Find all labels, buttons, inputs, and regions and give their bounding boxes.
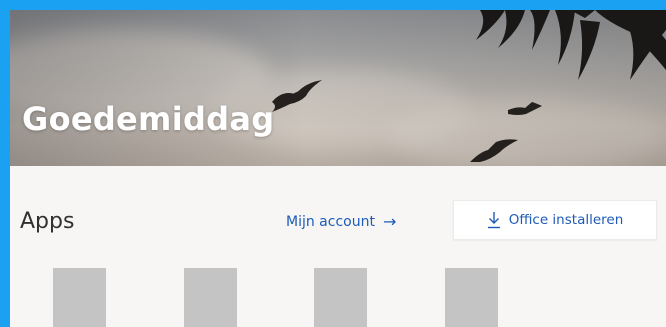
arrow-right-icon: → [382,212,397,231]
download-icon [487,212,500,229]
app-tile-4[interactable] [445,268,498,327]
office-home-page: Goedemiddag Apps Mijn account → Office i… [10,10,666,327]
apps-heading: Apps [20,209,75,234]
app-tile-1[interactable] [53,268,106,327]
install-office-button-label: Office installeren [508,212,624,228]
hero-background-image [272,10,666,162]
my-account-link-label: Mijn account [286,214,375,230]
install-office-button[interactable]: Office installeren [453,200,657,240]
hero-banner: Goedemiddag [10,10,666,166]
my-account-link[interactable]: Mijn account → [286,212,397,231]
greeting-title: Goedemiddag [22,100,275,138]
birds-silhouette [272,80,542,162]
app-tile-2[interactable] [184,268,237,327]
app-tile-3[interactable] [314,268,367,327]
